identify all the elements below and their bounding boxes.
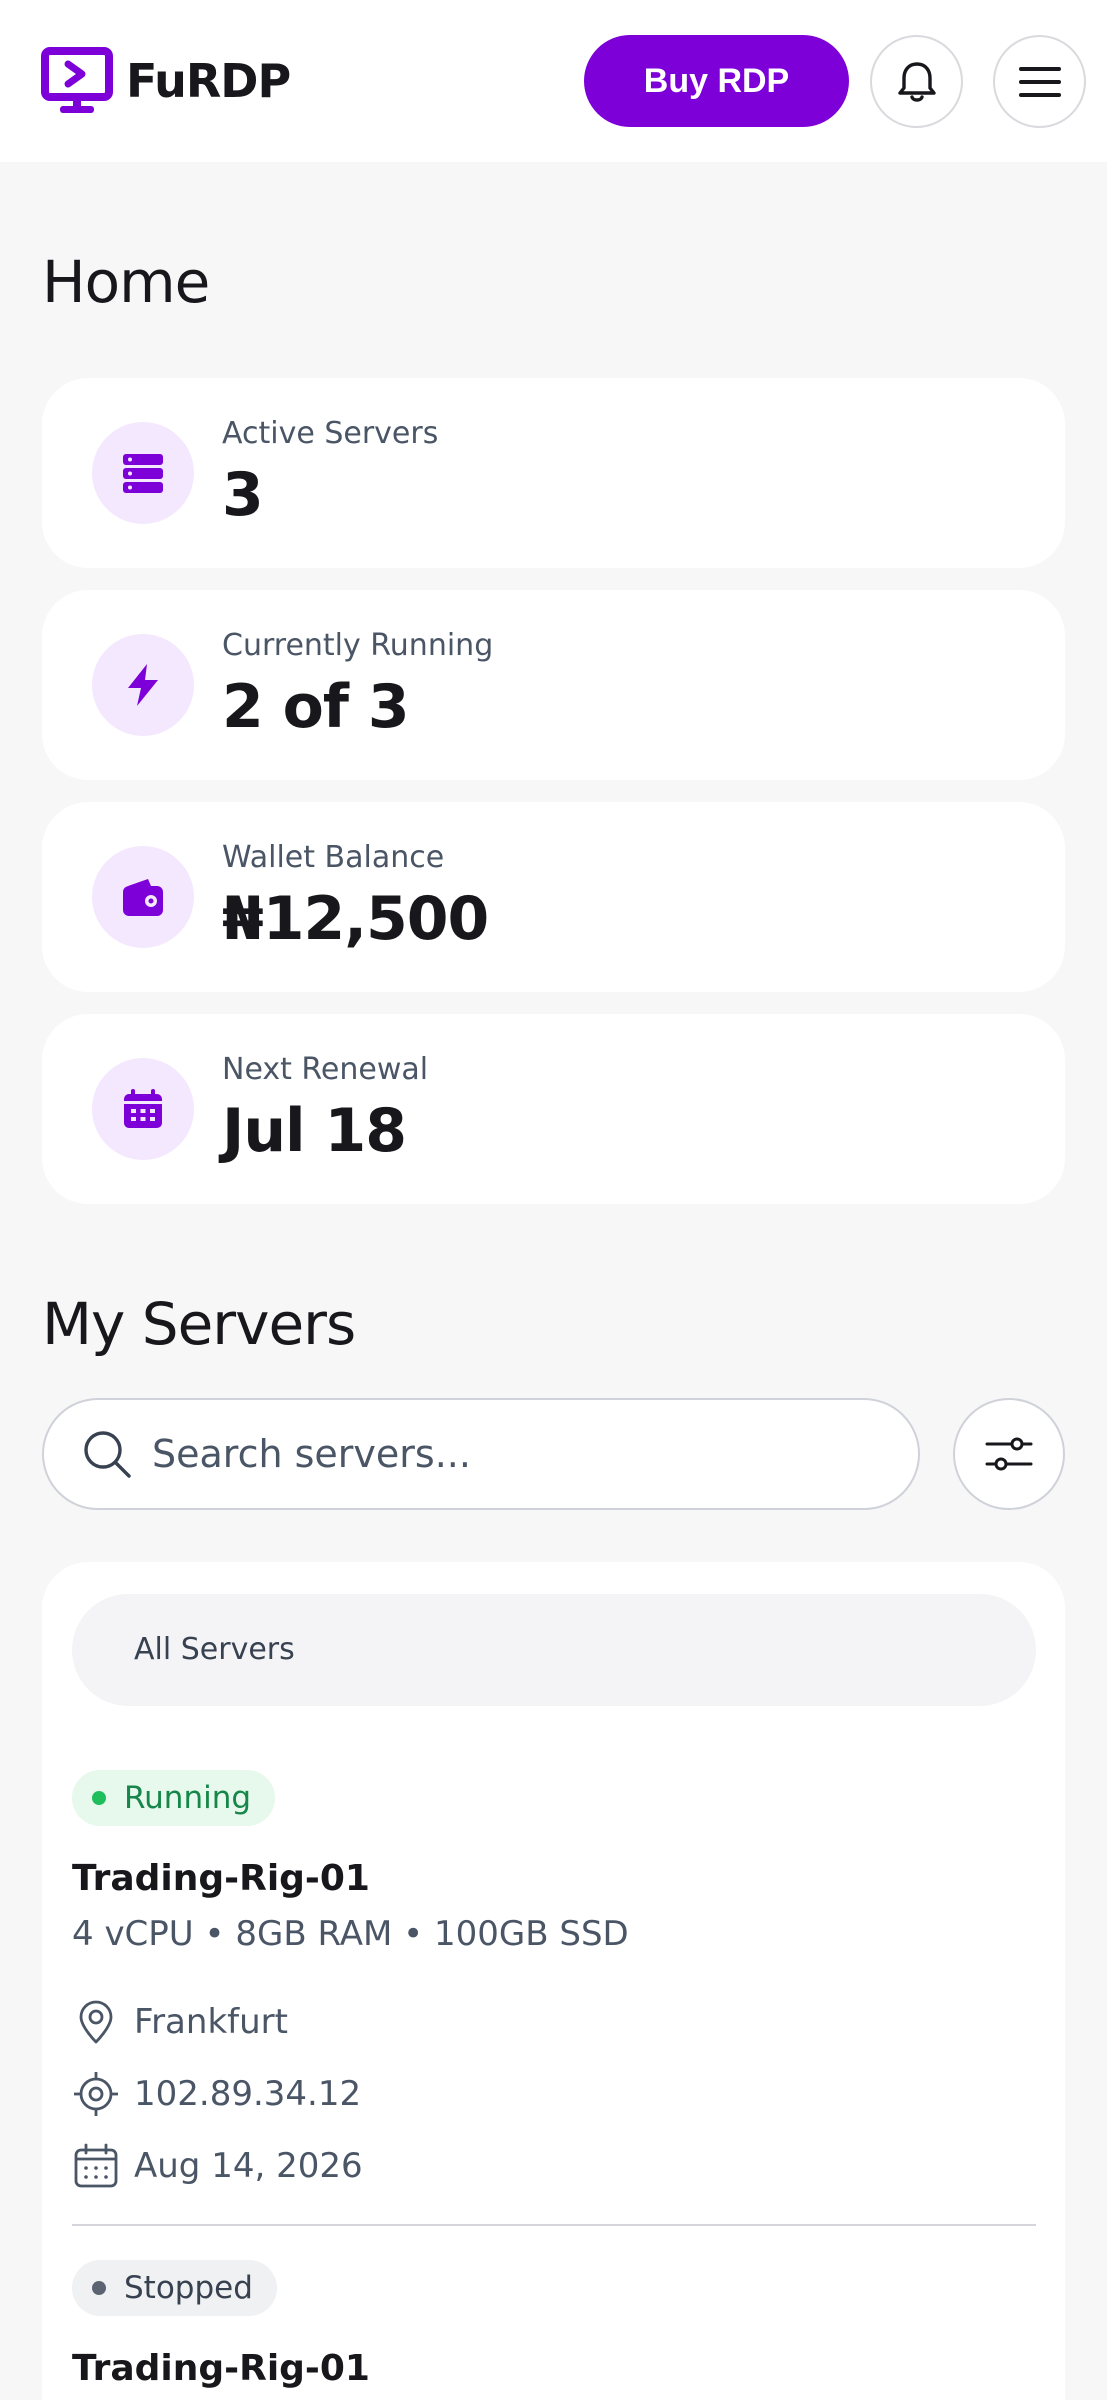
- servers-list-card: All Servers Running Trading-Rig-01 4 vCP…: [42, 1562, 1065, 2400]
- status-badge-stopped: Stopped: [72, 2260, 277, 2316]
- status-label: Stopped: [124, 2270, 253, 2306]
- stat-card-next-renewal: Next Renewal Jul 18: [42, 1014, 1065, 1204]
- server-spec: 4 vCPU • 8GB RAM • 100GB SSD: [72, 1914, 629, 1954]
- status-dot: [92, 2281, 106, 2295]
- calendar-icon: [74, 2143, 118, 2188]
- stat-label: Active Servers: [222, 416, 439, 451]
- menu-button[interactable]: [993, 35, 1086, 128]
- monitor-play-icon: [41, 47, 113, 113]
- stat-icon-badge: [92, 1058, 194, 1160]
- stat-icon-badge: [92, 422, 194, 524]
- notifications-button[interactable]: [870, 35, 963, 128]
- map-pin-icon: [79, 2000, 113, 2044]
- stat-card-currently-running: Currently Running 2 of 3: [42, 590, 1065, 780]
- search-icon: [84, 1431, 131, 1478]
- status-dot: [92, 1791, 106, 1805]
- stat-label: Currently Running: [222, 628, 494, 663]
- stat-label: Wallet Balance: [222, 840, 445, 875]
- server-ip-label: 102.89.34.12: [134, 2074, 362, 2114]
- stat-label: Next Renewal: [222, 1052, 429, 1087]
- stat-icon-badge: [92, 846, 194, 948]
- server-location: Frankfurt: [72, 1998, 288, 2046]
- stat-value: ₦12,500: [222, 884, 489, 954]
- server-renewal-date: Aug 14, 2026: [72, 2142, 363, 2190]
- server-renewal-label: Aug 14, 2026: [134, 2146, 363, 2186]
- sliders-icon: [985, 1437, 1033, 1471]
- search-input[interactable]: [152, 1432, 852, 1476]
- stat-card-wallet-balance: Wallet Balance ₦12,500: [42, 802, 1065, 992]
- search-box[interactable]: [42, 1398, 920, 1510]
- server-divider: [72, 2224, 1036, 2226]
- hamburger-icon: [1018, 66, 1061, 97]
- lightning-icon: [128, 664, 158, 706]
- crosshair-icon: [74, 2072, 118, 2116]
- server-location-label: Frankfurt: [134, 2002, 288, 2042]
- calendar-icon: [124, 1089, 162, 1128]
- server-stack-icon: [123, 454, 163, 493]
- filter-button[interactable]: [953, 1398, 1065, 1510]
- tab-all-servers[interactable]: All Servers: [134, 1632, 295, 1667]
- app-header: FuRDP Buy RDP: [0, 0, 1107, 162]
- buy-rdp-button[interactable]: Buy RDP: [584, 35, 849, 127]
- wallet-icon: [123, 879, 163, 916]
- bell-icon: [897, 61, 936, 102]
- stat-value: Jul 18: [222, 1096, 407, 1166]
- page-title: Home: [42, 248, 210, 316]
- stat-value: 2 of 3: [222, 672, 410, 742]
- app-name: FuRDP: [126, 54, 291, 108]
- server-name[interactable]: Trading-Rig-01: [72, 2348, 370, 2389]
- section-title-my-servers: My Servers: [42, 1290, 356, 1358]
- app-logo[interactable]: FuRDP: [40, 46, 291, 116]
- server-ip: 102.89.34.12: [72, 2070, 361, 2118]
- stat-card-active-servers: Active Servers 3: [42, 378, 1065, 568]
- status-label: Running: [124, 1780, 252, 1816]
- server-name[interactable]: Trading-Rig-01: [72, 1858, 370, 1899]
- stat-value: 3: [222, 460, 264, 530]
- server-filter-tabs: All Servers: [72, 1594, 1036, 1706]
- stat-icon-badge: [92, 634, 194, 736]
- status-badge-running: Running: [72, 1770, 276, 1826]
